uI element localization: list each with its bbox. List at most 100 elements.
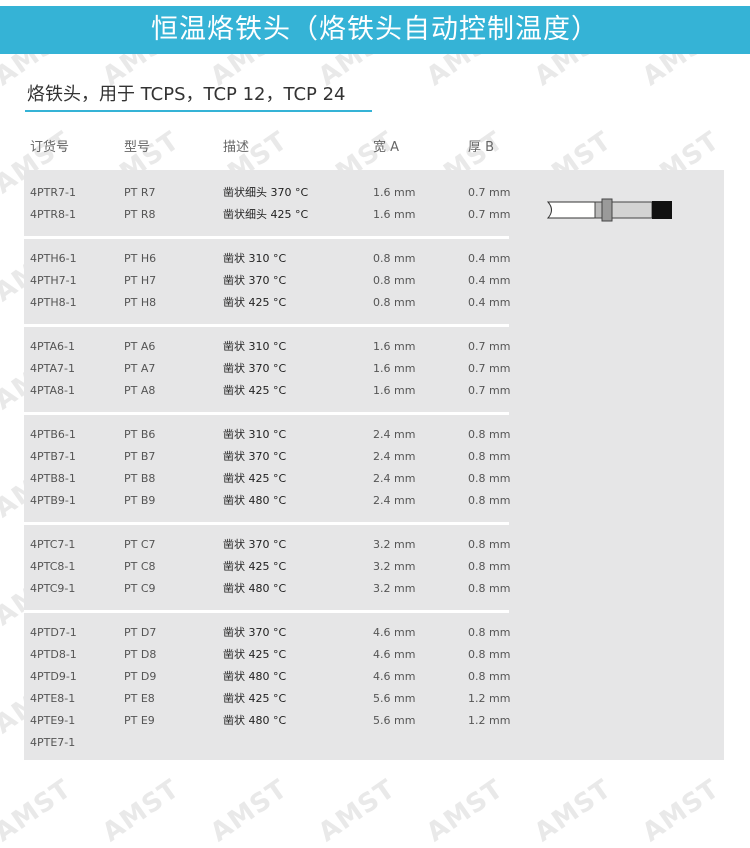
order-no-cell: 4PTR8-1 <box>30 208 76 221</box>
model-cell: PT B8 <box>124 472 156 485</box>
table-header: 订货号 型号 描述 宽 A 厚 B <box>0 139 750 159</box>
model-cell: PT A8 <box>124 384 156 397</box>
description-cell: 凿状 480 °C <box>223 582 287 595</box>
width-cell: 3.2 mm <box>373 538 416 551</box>
width-cell: 0.8 mm <box>373 252 416 265</box>
order-no-cell: 4PTA8-1 <box>30 384 75 397</box>
order-no-cell: 4PTC8-1 <box>30 560 76 573</box>
subtitle-underline <box>25 110 372 112</box>
thickness-cell: 1.2 mm <box>468 692 511 705</box>
thickness-cell: 0.4 mm <box>468 296 511 309</box>
table-row: 4PTE8-1 PT E8 凿状 425 °C 5.6 mm 1.2 mm <box>0 690 750 708</box>
model-cell: PT B6 <box>124 428 156 441</box>
description-cell: 凿状 370 °C <box>223 362 287 375</box>
order-no-cell: 4PTB8-1 <box>30 472 76 485</box>
description-cell: 凿状 480 °C <box>223 714 287 727</box>
model-cell: PT B7 <box>124 450 156 463</box>
watermark-logo: AMST <box>637 773 726 848</box>
order-no-cell: 4PTH6-1 <box>30 252 77 265</box>
table-row: 4PTE9-1 PT E9 凿状 480 °C 5.6 mm 1.2 mm <box>0 712 750 730</box>
thickness-cell: 0.8 mm <box>468 538 511 551</box>
description-cell: 凿状 370 °C <box>223 626 287 639</box>
order-no-cell: 4PTH7-1 <box>30 274 77 287</box>
description-cell: 凿状 310 °C <box>223 340 287 353</box>
description-cell: 凿状 425 °C <box>223 384 287 397</box>
thickness-cell: 0.8 mm <box>468 648 511 661</box>
watermark-logo: AMST <box>529 773 618 848</box>
model-cell: PT C7 <box>124 538 156 551</box>
header-model: 型号 <box>124 140 151 155</box>
header-description: 描述 <box>223 140 250 155</box>
page-title: 恒温烙铁头（烙铁头自动控制温度） <box>151 14 599 45</box>
order-no-cell: 4PTE7-1 <box>30 736 76 749</box>
description-cell: 凿状细头 370 °C <box>223 186 309 199</box>
table-row: 4PTB8-1 PT B8 凿状 425 °C 2.4 mm 0.8 mm <box>0 470 750 488</box>
table-row: 4PTA7-1 PT A7 凿状 370 °C 1.6 mm 0.7 mm <box>0 360 750 378</box>
table-row: 4PTC9-1 PT C9 凿状 480 °C 3.2 mm 0.8 mm <box>0 580 750 598</box>
width-cell: 2.4 mm <box>373 494 416 507</box>
model-cell: PT D8 <box>124 648 157 661</box>
width-cell: 3.2 mm <box>373 582 416 595</box>
thickness-cell: 0.8 mm <box>468 428 511 441</box>
model-cell: PT B9 <box>124 494 156 507</box>
title-banner: 恒温烙铁头（烙铁头自动控制温度） <box>0 6 750 54</box>
thickness-cell: 0.4 mm <box>468 252 511 265</box>
order-no-cell: 4PTB6-1 <box>30 428 76 441</box>
model-cell: PT H6 <box>124 252 157 265</box>
watermark-logo: AMST <box>421 773 510 848</box>
model-cell: PT H7 <box>124 274 157 287</box>
table-row: 4PTC8-1 PT C8 凿状 425 °C 3.2 mm 0.8 mm <box>0 558 750 576</box>
width-cell: 4.6 mm <box>373 670 416 683</box>
table-row: 4PTB9-1 PT B9 凿状 480 °C 2.4 mm 0.8 mm <box>0 492 750 510</box>
watermark-logo: AMST <box>0 773 78 848</box>
thickness-cell: 0.8 mm <box>468 450 511 463</box>
table-row: 4PTH6-1 PT H6 凿状 310 °C 0.8 mm 0.4 mm <box>0 250 750 268</box>
thickness-cell: 0.8 mm <box>468 472 511 485</box>
model-cell: PT A7 <box>124 362 156 375</box>
thickness-cell: 0.7 mm <box>468 362 511 375</box>
width-cell: 5.6 mm <box>373 692 416 705</box>
thickness-cell: 0.7 mm <box>468 340 511 353</box>
model-cell: PT E9 <box>124 714 155 727</box>
header-width: 宽 A <box>373 140 400 155</box>
order-no-cell: 4PTB9-1 <box>30 494 76 507</box>
thickness-cell: 0.8 mm <box>468 626 511 639</box>
header-order-no: 订货号 <box>30 140 70 155</box>
thickness-cell: 0.7 mm <box>468 208 511 221</box>
order-no-cell: 4PTR7-1 <box>30 186 76 199</box>
width-cell: 1.6 mm <box>373 340 416 353</box>
description-cell: 凿状细头 425 °C <box>223 208 309 221</box>
group-separator <box>24 324 509 327</box>
group-separator <box>24 522 509 525</box>
order-no-cell: 4PTE9-1 <box>30 714 76 727</box>
width-cell: 0.8 mm <box>373 274 416 287</box>
description-cell: 凿状 425 °C <box>223 648 287 661</box>
group-separator <box>24 236 509 239</box>
model-cell: PT E8 <box>124 692 155 705</box>
table-row: 4PTH8-1 PT H8 凿状 425 °C 0.8 mm 0.4 mm <box>0 294 750 312</box>
width-cell: 1.6 mm <box>373 384 416 397</box>
width-cell: 2.4 mm <box>373 450 416 463</box>
model-cell: PT A6 <box>124 340 156 353</box>
width-cell: 3.2 mm <box>373 560 416 573</box>
width-cell: 1.6 mm <box>373 208 416 221</box>
description-cell: 凿状 425 °C <box>223 472 287 485</box>
table-row: 4PTD7-1 PT D7 凿状 370 °C 4.6 mm 0.8 mm <box>0 624 750 642</box>
description-cell: 凿状 480 °C <box>223 670 287 683</box>
watermark-logo: AMST <box>745 773 750 848</box>
watermark-logo: AMST <box>313 773 402 848</box>
order-no-cell: 4PTD8-1 <box>30 648 77 661</box>
description-cell: 凿状 370 °C <box>223 538 287 551</box>
order-no-cell: 4PTE8-1 <box>30 692 76 705</box>
table-row: 4PTE7-1 <box>0 734 750 752</box>
group-separator <box>24 412 509 415</box>
section-subtitle: 烙铁头，用于 TCPS，TCP 12，TCP 24 <box>27 84 346 105</box>
order-no-cell: 4PTD9-1 <box>30 670 77 683</box>
width-cell: 5.6 mm <box>373 714 416 727</box>
watermark-logo: AMST <box>97 773 186 848</box>
description-cell: 凿状 310 °C <box>223 252 287 265</box>
thickness-cell: 0.8 mm <box>468 560 511 573</box>
table-row: 4PTB7-1 PT B7 凿状 370 °C 2.4 mm 0.8 mm <box>0 448 750 466</box>
table-row: 4PTC7-1 PT C7 凿状 370 °C 3.2 mm 0.8 mm <box>0 536 750 554</box>
order-no-cell: 4PTA6-1 <box>30 340 75 353</box>
